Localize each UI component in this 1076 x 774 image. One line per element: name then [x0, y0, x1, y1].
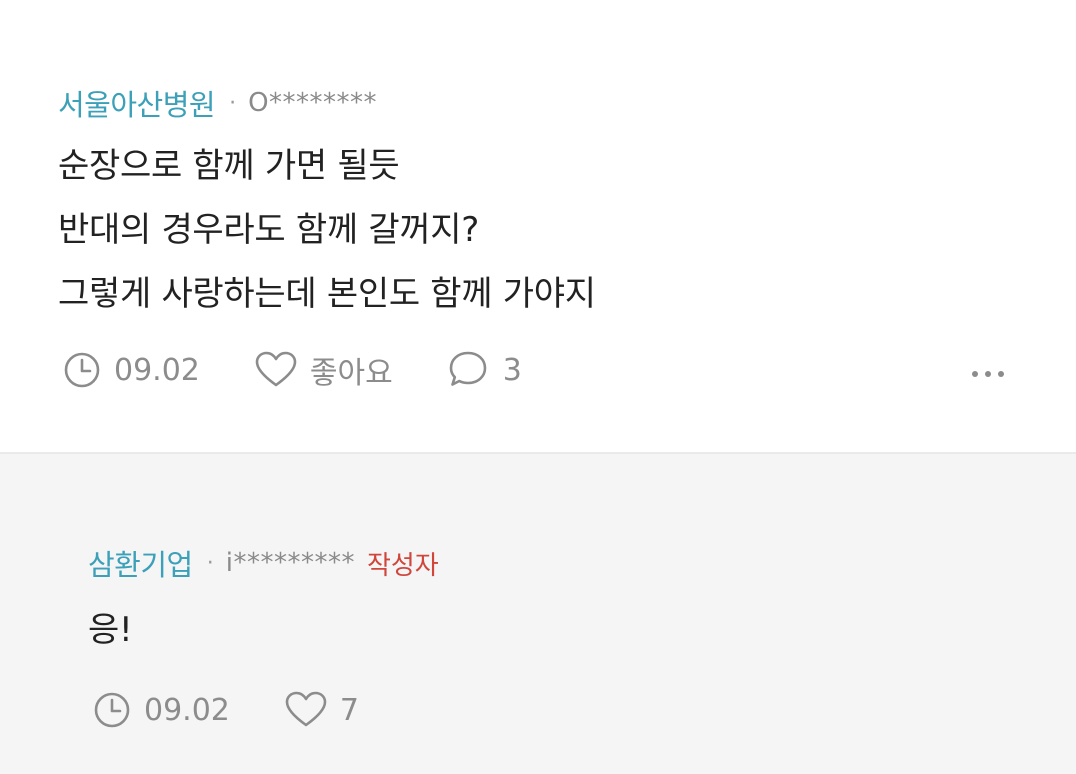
comment-meta: 서울아산병원 · O******** [58, 82, 377, 124]
clock-icon [92, 690, 132, 730]
separator-dot: · [229, 90, 237, 116]
author-badge: 작성자 [366, 550, 439, 581]
user-id: i********* [225, 548, 355, 578]
heart-icon [284, 690, 328, 730]
comment-line: 응! [88, 610, 133, 650]
company-name[interactable]: 삼환기업 [88, 542, 193, 584]
reply-button[interactable]: 3 [447, 349, 522, 391]
reply-count: 3 [502, 352, 522, 388]
more-icon [970, 366, 1006, 385]
comment-date: 09.02 [62, 350, 200, 390]
comment-body: 순장으로 함께 가면 될듯 반대의 경우라도 함께 갈꺼지? 그렇게 사랑하는데… [58, 134, 596, 326]
like-button[interactable]: 7 [284, 690, 359, 730]
reply-comment: 삼환기업 · i********* 작성자 응! 09.02 7 [0, 454, 1076, 774]
like-button[interactable]: 좋아요 [254, 348, 393, 392]
like-count: 7 [339, 692, 359, 728]
comment-actions: 09.02 7 [92, 690, 359, 730]
heart-icon [254, 350, 298, 390]
comment-line: 반대의 경우라도 함께 갈꺼지? [58, 210, 480, 250]
comment-line: 순장으로 함께 가면 될듯 [58, 146, 400, 186]
company-name[interactable]: 서울아산병원 [58, 82, 216, 124]
comment-body: 응! [88, 598, 133, 662]
comment-actions: 09.02 좋아요 3 [62, 348, 522, 392]
comment-meta: 삼환기업 · i********* 작성자 [88, 542, 439, 584]
clock-icon [62, 350, 102, 390]
separator-dot: · [206, 550, 214, 576]
date-text: 09.02 [144, 692, 230, 728]
like-label: 좋아요 [309, 356, 393, 391]
comment-date: 09.02 [92, 690, 230, 730]
speech-bubble-icon [447, 349, 491, 391]
comment: 서울아산병원 · O******** 순장으로 함께 가면 될듯 반대의 경우라… [0, 0, 1076, 454]
comment-line: 그렇게 사랑하는데 본인도 함께 가야지 [58, 274, 596, 314]
more-options-button[interactable] [970, 366, 1006, 385]
date-text: 09.02 [114, 352, 200, 388]
user-id: O******** [248, 88, 378, 118]
